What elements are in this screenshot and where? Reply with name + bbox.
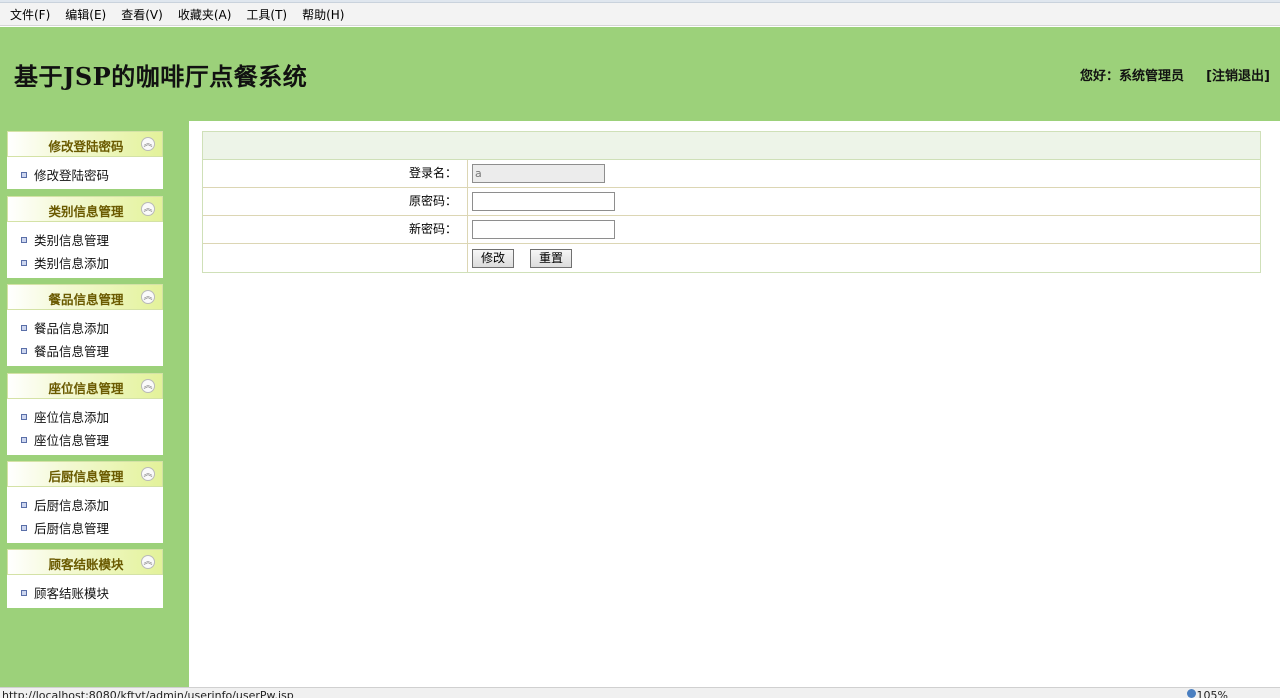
- bullet-icon: [21, 501, 27, 508]
- panel-header[interactable]: 类别信息管理 ︽: [7, 196, 163, 222]
- sidebar-item-label: 类别信息添加: [34, 256, 110, 271]
- menu-tools[interactable]: 工具(T): [240, 6, 293, 23]
- sidebar-item-seat-manage[interactable]: 座位信息管理: [7, 428, 163, 451]
- collapse-icon[interactable]: ︽: [141, 379, 155, 393]
- new-password-label: 新密码：: [203, 216, 468, 243]
- collapse-icon[interactable]: ︽: [141, 467, 155, 481]
- bullet-icon: [21, 524, 27, 531]
- old-password-field[interactable]: [472, 192, 615, 211]
- login-name-label: 登录名：: [203, 160, 468, 187]
- sidebar: 修改登陆密码 ︽ 修改登陆密码 类别信息管理 ︽ 类别信息管理 类别信息添加 餐…: [0, 121, 189, 687]
- bullet-icon: [21, 171, 27, 178]
- form-row-login: 登录名：: [203, 160, 1260, 188]
- bullet-icon: [21, 436, 27, 443]
- change-password-form: 登录名： 原密码： 新密码： 修改 重置: [202, 131, 1261, 273]
- bullet-icon: [21, 413, 27, 420]
- user-greeting: 您好：系统管理员: [1079, 69, 1184, 84]
- sidebar-item-category-manage[interactable]: 类别信息管理: [7, 228, 163, 251]
- menu-bar: 文件(F) 编辑(E) 查看(V) 收藏夹(A) 工具(T) 帮助(H): [0, 3, 1280, 26]
- actions-label-cell: [203, 244, 468, 272]
- panel-header[interactable]: 座位信息管理 ︽: [7, 373, 163, 399]
- sidebar-panel-category: 类别信息管理 ︽ 类别信息管理 类别信息添加: [7, 196, 163, 278]
- sidebar-panel-seat: 座位信息管理 ︽ 座位信息添加 座位信息管理: [7, 373, 163, 455]
- sidebar-item-dish-manage[interactable]: 餐品信息管理: [7, 339, 163, 362]
- sidebar-item-label: 类别信息管理: [34, 233, 110, 248]
- menu-help[interactable]: 帮助(H): [296, 6, 350, 23]
- bullet-icon: [21, 236, 27, 243]
- sidebar-item-change-password[interactable]: 修改登陆密码: [7, 163, 163, 186]
- logout-link[interactable]: [注销退出]: [1206, 65, 1270, 84]
- panel-header[interactable]: 后厨信息管理 ︽: [7, 461, 163, 487]
- site-title: 基于JSP的咖啡厅点餐系统: [14, 62, 308, 91]
- status-bar: http://localhost:8080/kftvt/admin/userin…: [0, 687, 1280, 698]
- site-header: 基于JSP的咖啡厅点餐系统 您好：系统管理员 [注销退出]: [0, 27, 1280, 121]
- sidebar-item-label: 后厨信息添加: [34, 498, 110, 513]
- form-header: [203, 132, 1260, 160]
- zoom-level[interactable]: 105%: [1197, 689, 1228, 698]
- sidebar-item-kitchen-add[interactable]: 后厨信息添加: [7, 493, 163, 516]
- bullet-icon: [21, 324, 27, 331]
- login-name-field[interactable]: [472, 164, 605, 183]
- sidebar-item-kitchen-manage[interactable]: 后厨信息管理: [7, 516, 163, 539]
- sidebar-item-seat-add[interactable]: 座位信息添加: [7, 405, 163, 428]
- sidebar-item-label: 座位信息添加: [34, 410, 110, 425]
- sidebar-panel-kitchen: 后厨信息管理 ︽ 后厨信息添加 后厨信息管理: [7, 461, 163, 543]
- sidebar-item-category-add[interactable]: 类别信息添加: [7, 251, 163, 274]
- sidebar-panel-dish: 餐品信息管理 ︽ 餐品信息添加 餐品信息管理: [7, 284, 163, 366]
- sidebar-item-label: 后厨信息管理: [34, 521, 110, 536]
- bullet-icon: [21, 589, 27, 596]
- collapse-icon[interactable]: ︽: [141, 137, 155, 151]
- status-url: http://localhost:8080/kftvt/admin/userin…: [2, 689, 294, 698]
- sidebar-item-label: 顾客结账模块: [34, 586, 110, 601]
- sidebar-item-dish-add[interactable]: 餐品信息添加: [7, 316, 163, 339]
- old-password-label: 原密码：: [203, 188, 468, 215]
- panel-header[interactable]: 修改登陆密码 ︽: [7, 131, 163, 157]
- form-row-new-password: 新密码：: [203, 216, 1260, 244]
- sidebar-item-label: 座位信息管理: [34, 433, 110, 448]
- sidebar-panel-checkout: 顾客结账模块 ︽ 顾客结账模块: [7, 549, 163, 608]
- bullet-icon: [21, 347, 27, 354]
- panel-header[interactable]: 餐品信息管理 ︽: [7, 284, 163, 310]
- sidebar-item-label: 修改登陆密码: [34, 168, 110, 183]
- collapse-icon[interactable]: ︽: [141, 202, 155, 216]
- menu-view[interactable]: 查看(V): [115, 6, 169, 23]
- form-row-old-password: 原密码：: [203, 188, 1260, 216]
- main-content: 登录名： 原密码： 新密码： 修改 重置: [189, 121, 1280, 687]
- sidebar-panel-password: 修改登陆密码 ︽ 修改登陆密码: [7, 131, 163, 189]
- sidebar-item-label: 餐品信息管理: [34, 344, 110, 359]
- new-password-field[interactable]: [472, 220, 615, 239]
- zoom-icon[interactable]: [1187, 689, 1196, 698]
- submit-button[interactable]: 修改: [472, 248, 515, 268]
- panel-header[interactable]: 顾客结账模块 ︽: [7, 549, 163, 575]
- bullet-icon: [21, 259, 27, 266]
- form-row-actions: 修改 重置: [203, 244, 1260, 272]
- collapse-icon[interactable]: ︽: [141, 555, 155, 569]
- collapse-icon[interactable]: ︽: [141, 290, 155, 304]
- menu-file[interactable]: 文件(F): [4, 6, 56, 23]
- menu-favorites[interactable]: 收藏夹(A): [172, 6, 238, 23]
- sidebar-item-checkout[interactable]: 顾客结账模块: [7, 581, 163, 604]
- menu-edit[interactable]: 编辑(E): [59, 6, 112, 23]
- reset-button[interactable]: 重置: [530, 248, 573, 268]
- sidebar-item-label: 餐品信息添加: [34, 321, 110, 336]
